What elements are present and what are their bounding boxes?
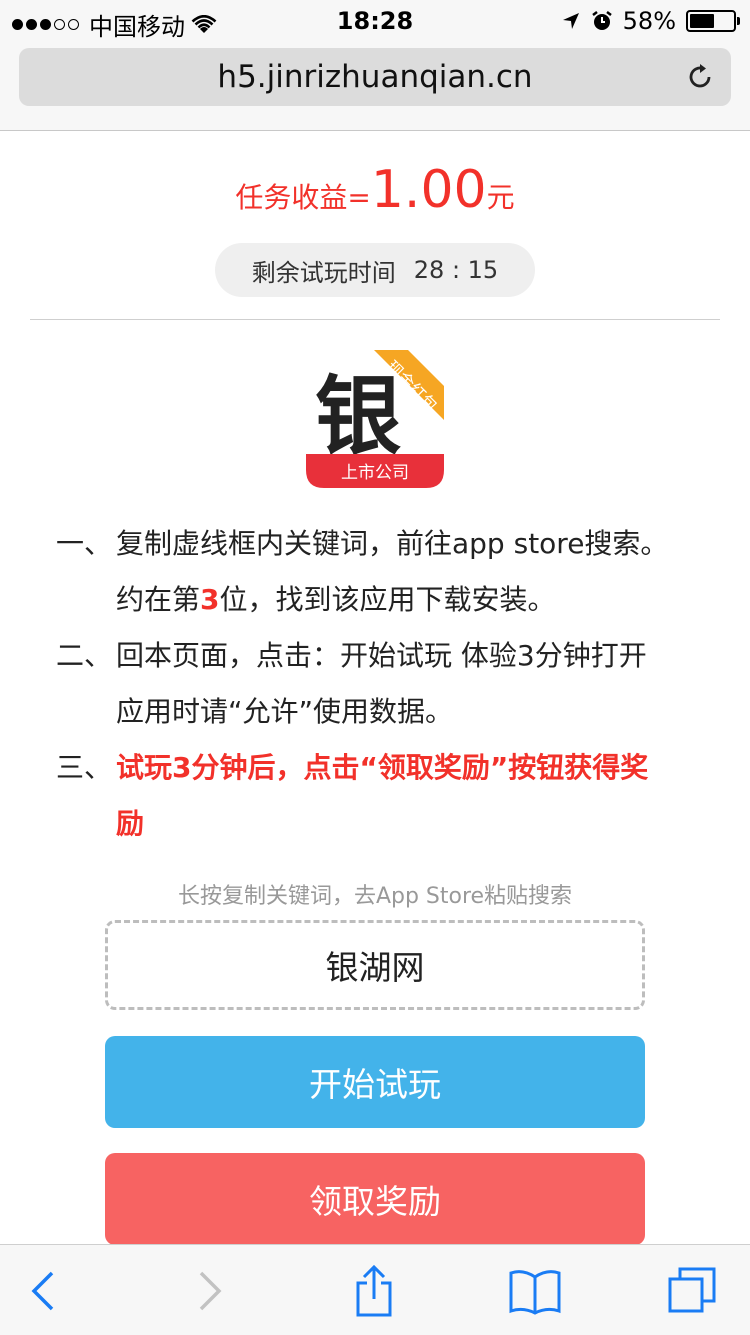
alarm-icon <box>591 11 612 30</box>
reward-label: 任务收益= <box>235 181 371 214</box>
url-text: h5.jinrizhuanqian.cn <box>217 59 533 95</box>
reward-amount: 1.00 <box>370 160 487 220</box>
browser-address-area: h5.jinrizhuanqian.cn <box>0 40 750 131</box>
battery-percent: 58% <box>622 7 676 35</box>
back-chevron-icon <box>31 1271 54 1311</box>
copy-hint: 长按复制关键词，去App Store粘贴搜索 <box>177 884 573 909</box>
battery-fill <box>690 14 714 28</box>
step-text: 约在第 <box>116 583 201 616</box>
remaining-time-badge: 剩余试玩时间 28 : 15 <box>215 243 535 297</box>
step-text: 试玩3分钟后，点击“领取奖励”按钮获得奖 <box>116 751 649 784</box>
reward-unit: 元 <box>486 181 515 214</box>
share-button[interactable] <box>344 1263 404 1319</box>
start-trial-label: 开始试玩 <box>309 1065 441 1104</box>
step-1: 一、 复制虚线框内关键词，前往app store搜索。 约在第3位，找到该应用下… <box>56 516 706 628</box>
instruction-steps: 一、 复制虚线框内关键词，前往app store搜索。 约在第3位，找到该应用下… <box>56 516 706 852</box>
back-button[interactable] <box>13 1263 73 1319</box>
bookmarks-book-icon <box>509 1270 561 1315</box>
status-bar: 中国移动 18:28 58% <box>0 0 750 41</box>
step-text: 回本页面，点击：开始试玩 体验3分钟打开 <box>116 639 647 672</box>
claim-reward-button[interactable]: 领取奖励 <box>105 1153 645 1245</box>
step-number: 二、 <box>56 639 113 672</box>
app-glyph: 银 <box>315 367 401 467</box>
step-text: 复制虚线框内关键词，前往app store搜索。 <box>116 527 669 560</box>
location-arrow-icon <box>562 13 579 29</box>
address-bar[interactable]: h5.jinrizhuanqian.cn <box>19 48 731 106</box>
tabs-button[interactable] <box>662 1263 722 1319</box>
keyword-text[interactable]: 银湖网 <box>326 941 425 989</box>
battery-icon <box>686 10 740 32</box>
app-tag: 上市公司 <box>341 463 409 483</box>
forward-chevron-icon <box>199 1271 222 1311</box>
claim-reward-label: 领取奖励 <box>309 1182 441 1221</box>
step-2: 二、 回本页面，点击：开始试玩 体验3分钟打开 应用时请“允许”使用数据。 <box>56 628 706 740</box>
step-number: 三、 <box>56 751 113 784</box>
share-icon <box>356 1264 392 1317</box>
rank-number: 3 <box>200 583 220 616</box>
keyword-box[interactable]: 银湖网 <box>105 920 645 1010</box>
step-text: 励 <box>116 807 145 840</box>
task-reward: 任务收益=1.00元 <box>0 160 750 220</box>
app-icon: 现金红包 银 上市公司 <box>306 350 444 488</box>
tabs-icon <box>668 1267 716 1313</box>
step-text: 应用时请“允许”使用数据。 <box>116 695 454 728</box>
bookmarks-button[interactable] <box>505 1263 565 1319</box>
divider <box>30 319 720 320</box>
step-text: 位，找到该应用下载安装。 <box>219 583 556 616</box>
timer-label: 剩余试玩时间 <box>251 258 396 287</box>
step-3: 三、 试玩3分钟后，点击“领取奖励”按钮获得奖 励 <box>56 740 706 852</box>
reload-icon[interactable] <box>685 62 715 92</box>
forward-button[interactable] <box>180 1263 240 1319</box>
step-number: 一、 <box>56 527 113 560</box>
timer-value: 28 : 15 <box>413 256 499 284</box>
browser-toolbar <box>0 1244 750 1335</box>
start-trial-button[interactable]: 开始试玩 <box>105 1036 645 1128</box>
